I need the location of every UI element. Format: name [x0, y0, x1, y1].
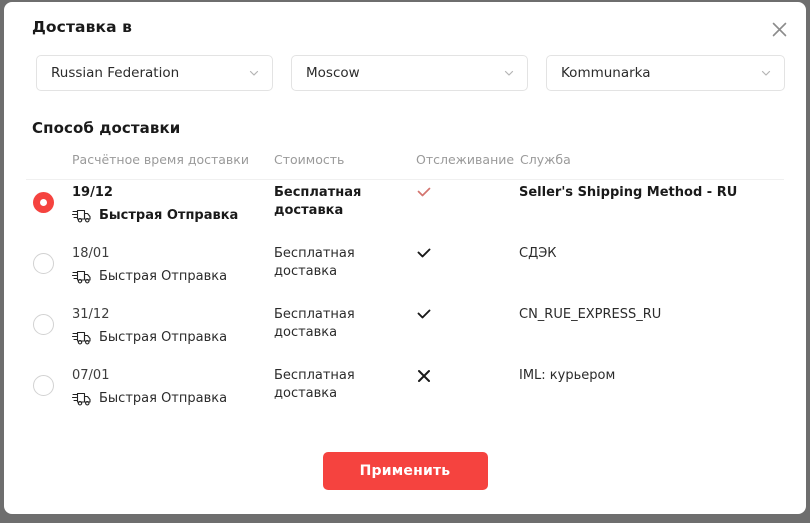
eta-date: 18/01	[72, 246, 110, 261]
eta-cell: 19/12 Быстрая Отправка	[72, 184, 267, 224]
eta-cell: 18/01 Быстрая Отправка	[72, 245, 267, 285]
tracking-cell	[415, 245, 445, 265]
tracking-cell	[415, 306, 445, 326]
table-row[interactable]: 07/01 Быстрая Отправка Бесплатная достав…	[4, 367, 806, 428]
table-row[interactable]: 31/12 Быстрая Отправка Бесплатная достав…	[4, 306, 806, 367]
shipping-speed: Быстрая Отправка	[72, 268, 267, 285]
radio-button[interactable]	[33, 314, 54, 335]
check-icon	[415, 184, 445, 202]
eta-date: 07/01	[72, 368, 110, 383]
truck-icon	[72, 207, 92, 224]
shipping-speed-label: Быстрая Отправка	[99, 390, 228, 406]
radio-button[interactable]	[33, 192, 54, 213]
header-divider	[26, 179, 784, 180]
shipping-speed: Быстрая Отправка	[72, 390, 267, 407]
column-header-cost: Стоимость	[274, 152, 345, 167]
column-header-eta: Расчётное время доставки	[72, 152, 249, 167]
eta-date: 19/12	[72, 185, 113, 200]
shipping-speed: Быстрая Отправка	[72, 207, 267, 224]
service-cell: CN_RUE_EXPRESS_RU	[519, 307, 662, 322]
radio-button[interactable]	[33, 375, 54, 396]
column-header-service: Служба	[520, 152, 571, 167]
check-icon	[415, 306, 445, 324]
country-select-value: Russian Federation	[51, 65, 180, 81]
section-title-shipping-method: Способ доставки	[32, 119, 181, 137]
service-cell: IML: курьером	[519, 368, 616, 383]
eta-cell: 07/01 Быстрая Отправка	[72, 367, 267, 407]
page-title: Доставка в	[32, 18, 133, 36]
cost-cell: Бесплатная доставка	[274, 185, 362, 218]
dialog-footer: Применить	[4, 452, 806, 490]
region-select-value: Moscow	[306, 65, 360, 81]
table-column-headers: Расчётное время доставки Стоимость Отсле…	[4, 152, 806, 172]
cost-cell: Бесплатная доставка	[274, 246, 355, 279]
truck-icon	[72, 390, 92, 407]
service-cell: Seller's Shipping Method - RU	[519, 185, 738, 200]
apply-button[interactable]: Применить	[322, 452, 488, 490]
radio-button[interactable]	[33, 253, 54, 274]
chevron-down-icon	[248, 67, 260, 79]
region-select[interactable]: Moscow	[291, 55, 528, 91]
column-header-tracking: Отслеживание	[416, 152, 515, 167]
shipping-speed-label: Быстрая Отправка	[99, 207, 239, 223]
shipping-speed: Быстрая Отправка	[72, 329, 267, 346]
table-row[interactable]: 19/12 Быстрая Отправка Бесплатная достав…	[4, 184, 806, 245]
tracking-cell	[415, 184, 445, 204]
cost-cell: Бесплатная доставка	[274, 307, 355, 340]
truck-icon	[72, 329, 92, 346]
chevron-down-icon	[503, 67, 515, 79]
location-selectors: Russian Federation Moscow Kommunarka	[36, 55, 785, 91]
close-icon	[772, 22, 787, 37]
shipping-speed-label: Быстрая Отправка	[99, 268, 228, 284]
service-cell: СДЭК	[519, 246, 557, 261]
table-row[interactable]: 18/01 Быстрая Отправка Бесплатная достав…	[4, 245, 806, 306]
shipping-dialog: Доставка в Russian Federation Moscow Kom…	[4, 2, 806, 514]
eta-cell: 31/12 Быстрая Отправка	[72, 306, 267, 346]
close-icon	[415, 367, 445, 385]
shipping-options-list: 19/12 Быстрая Отправка Бесплатная достав…	[4, 184, 806, 428]
country-select[interactable]: Russian Federation	[36, 55, 273, 91]
screen: Доставка в Russian Federation Moscow Kom…	[0, 0, 810, 523]
cost-cell: Бесплатная доставка	[274, 368, 355, 401]
shipping-speed-label: Быстрая Отправка	[99, 329, 228, 345]
truck-icon	[72, 268, 92, 285]
eta-date: 31/12	[72, 307, 110, 322]
chevron-down-icon	[760, 67, 772, 79]
close-button[interactable]	[766, 16, 792, 42]
check-icon	[415, 245, 445, 263]
city-select[interactable]: Kommunarka	[546, 55, 785, 91]
tracking-cell	[415, 367, 445, 387]
city-select-value: Kommunarka	[561, 65, 651, 81]
